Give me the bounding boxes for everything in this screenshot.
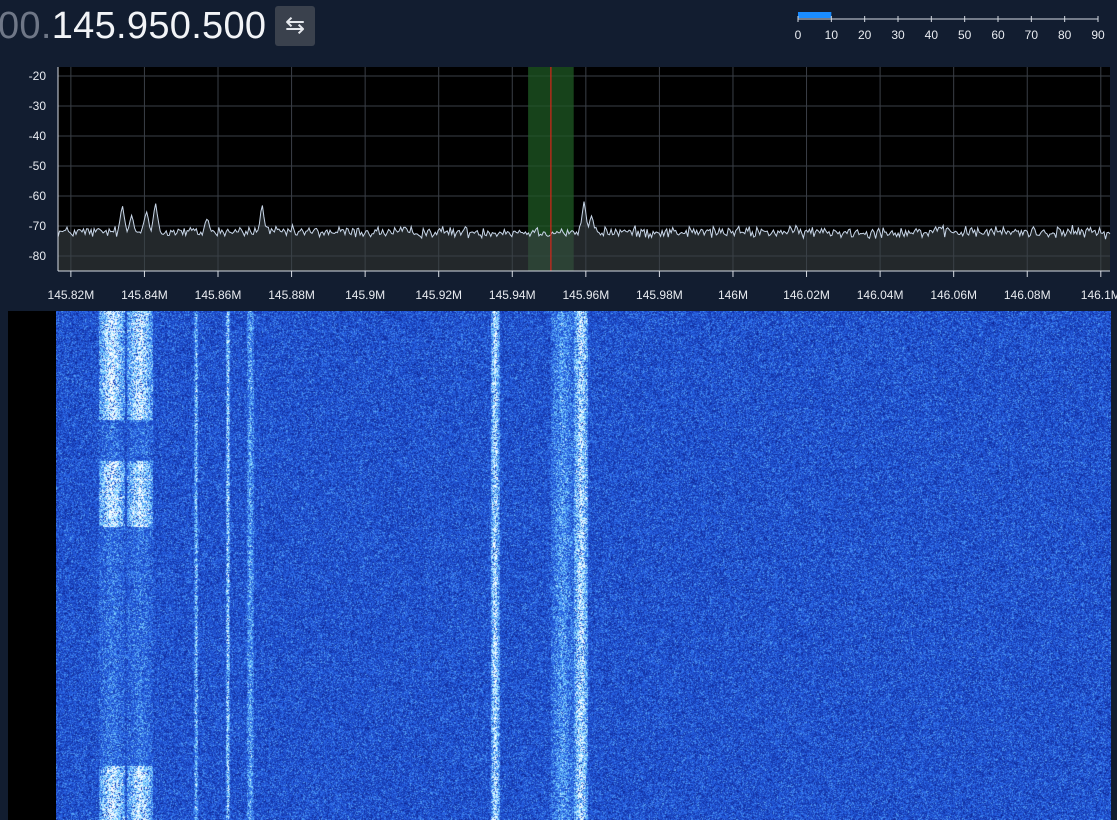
waterfall-panel[interactable] bbox=[8, 311, 1111, 820]
spectrum-x-tick-label: 145.98M bbox=[636, 288, 683, 302]
spectrum-x-tick-label: 146.04M bbox=[857, 288, 904, 302]
spectrum-x-tick-label: 145.9M bbox=[345, 288, 385, 302]
frequency-display[interactable]: 00.145.950.500 bbox=[0, 2, 266, 50]
spectrum-x-tick-label: 145.84M bbox=[121, 288, 168, 302]
signal-meter-tick-label: 70 bbox=[1025, 28, 1039, 42]
spectrum-x-tick-label: 146.08M bbox=[1004, 288, 1051, 302]
spectrum-x-tick-label: 145.86M bbox=[195, 288, 242, 302]
signal-meter-tick-label: 50 bbox=[958, 28, 972, 42]
spectrum-x-tick-label: 146.06M bbox=[930, 288, 977, 302]
spectrum-y-tick-label: -50 bbox=[29, 159, 47, 173]
signal-meter-tick-label: 0 bbox=[795, 28, 802, 42]
spectrum-x-tick-label: 145.82M bbox=[48, 288, 95, 302]
spectrum-x-tick-label: 145.94M bbox=[489, 288, 536, 302]
spectrum-x-tick-label: 145.92M bbox=[415, 288, 462, 302]
spectrum-x-tick-label: 146M bbox=[718, 288, 748, 302]
top-bar: 00.145.950.500 ⇆ 0 10 20 30 40 50 60 70 80 90 bbox=[0, 0, 1117, 56]
spectrum-y-tick-label: -60 bbox=[29, 189, 47, 203]
signal-meter: 0 10 20 30 40 50 60 70 80 90 bbox=[795, 12, 1105, 42]
signal-meter-tick-label: 30 bbox=[891, 28, 905, 42]
signal-meter-tick-label: 80 bbox=[1058, 28, 1072, 42]
sdr-receiver-app: 00.145.950.500 ⇆ 0 10 20 30 40 50 60 70 80 90 -20… bbox=[0, 0, 1117, 820]
spectrum-x-tick-label: 145.96M bbox=[562, 288, 609, 302]
spectrum-y-tick-label: -70 bbox=[29, 219, 47, 233]
spectrum-x-tick-label: 146.02M bbox=[783, 288, 830, 302]
spectrum-y-tick-label: -30 bbox=[29, 99, 47, 113]
spectrum-panel[interactable]: -20 -30 -40 -50 -60 -70 -80 145.82M 145.84M 145.8… bbox=[8, 58, 1117, 311]
frequency-value: 145.950.500 bbox=[51, 5, 267, 47]
spectrum-x-tick-label: 146.1M bbox=[1081, 288, 1117, 302]
waterfall-canvas[interactable] bbox=[56, 311, 1111, 820]
spectrum-chart[interactable]: -20 -30 -40 -50 -60 -70 -80 145.82M 145.84M 145.8… bbox=[8, 58, 1117, 311]
signal-meter-tick-label: 90 bbox=[1091, 28, 1105, 42]
signal-meter-tick-label: 60 bbox=[991, 28, 1005, 42]
spectrum-y-tick-label: -40 bbox=[29, 129, 47, 143]
signal-meter-tick-label: 40 bbox=[925, 28, 939, 42]
spectrum-x-tick-label: 145.88M bbox=[268, 288, 315, 302]
swap-arrows-icon[interactable]: ⇆ bbox=[275, 6, 315, 46]
frequency-prefix: 00. bbox=[0, 5, 52, 47]
left-edge bbox=[0, 58, 8, 820]
spectrum-y-tick-label: -20 bbox=[29, 69, 47, 83]
signal-meter-bar bbox=[798, 12, 832, 18]
signal-meter-tick-label: 20 bbox=[858, 28, 872, 42]
signal-meter-tick-label: 10 bbox=[825, 28, 839, 42]
spectrum-y-tick-label: -80 bbox=[29, 249, 47, 263]
